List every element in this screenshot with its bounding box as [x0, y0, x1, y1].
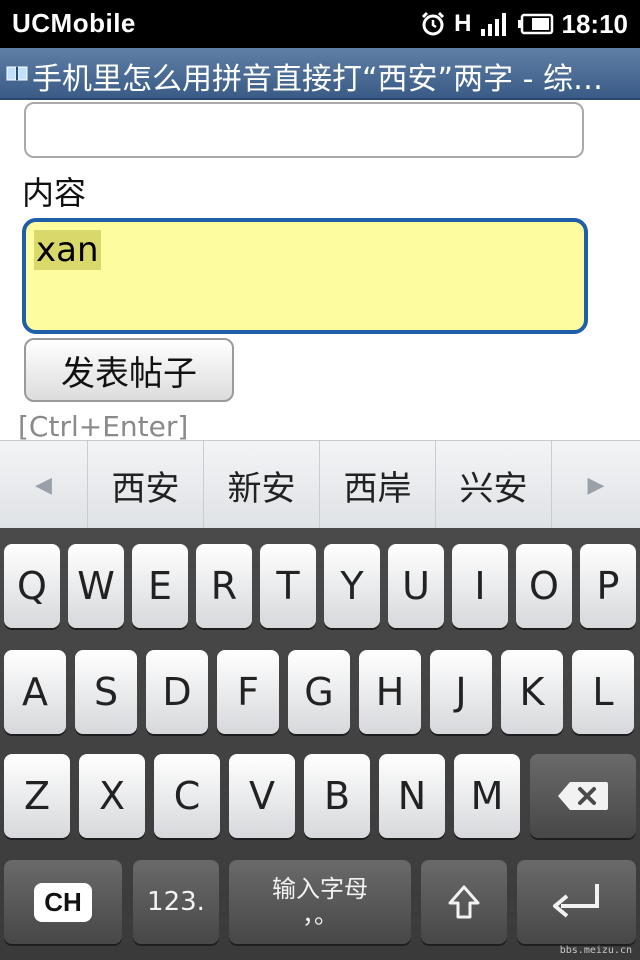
backspace-key[interactable]: [530, 754, 636, 838]
key-g[interactable]: G: [288, 650, 350, 734]
page-content: 内容 xan 发表帖子 [Ctrl+Enter]: [0, 100, 640, 443]
enter-icon: [552, 884, 599, 918]
candidate-item[interactable]: 西安: [88, 441, 204, 529]
key-f[interactable]: F: [217, 650, 279, 734]
watermark: bbs.meizu.cn: [559, 945, 632, 956]
signal-icon: [480, 13, 506, 36]
candidate-item[interactable]: 西岸: [320, 441, 436, 529]
alarm-icon: [422, 11, 445, 36]
page-title: 手机里怎么用拼音直接打“西安”两字 - 综…: [32, 62, 603, 97]
key-v[interactable]: V: [229, 754, 295, 838]
key-b[interactable]: B: [304, 754, 370, 838]
key-y[interactable]: Y: [324, 544, 380, 628]
language-switch-key[interactable]: CH: [4, 860, 122, 944]
shift-arrow-icon: [448, 885, 480, 919]
key-s[interactable]: S: [75, 650, 137, 734]
key-x[interactable]: X: [79, 754, 145, 838]
battery-icon: [517, 13, 553, 35]
key-l[interactable]: L: [572, 650, 634, 734]
browser-title-bar[interactable]: 手机里怎么用拼音直接打“西安”两字 - 综…: [0, 48, 640, 100]
submit-post-button[interactable]: 发表帖子: [24, 338, 234, 402]
key-a[interactable]: A: [4, 650, 66, 734]
key-u[interactable]: U: [388, 544, 444, 628]
candidates-next-button[interactable]: ▶: [552, 441, 640, 529]
status-icons: H 18:10: [420, 6, 628, 42]
content-label: 内容: [22, 174, 87, 212]
key-e[interactable]: E: [132, 544, 188, 628]
key-c[interactable]: C: [154, 754, 220, 838]
key-p[interactable]: P: [580, 544, 636, 628]
key-i[interactable]: I: [452, 544, 508, 628]
candidates-prev-button[interactable]: ◀: [0, 441, 88, 529]
key-z[interactable]: Z: [4, 754, 70, 838]
key-h[interactable]: H: [359, 650, 421, 734]
key-q[interactable]: Q: [4, 544, 60, 628]
book-icon: [6, 66, 28, 81]
composing-text: xan: [34, 230, 101, 270]
space-label-top: 输入字母: [272, 875, 368, 903]
key-t[interactable]: T: [260, 544, 316, 628]
candidate-item[interactable]: 新安: [204, 441, 320, 529]
soft-keyboard: Q W E R T Y U I O P A S D F G H J K L Z …: [0, 528, 640, 960]
key-r[interactable]: R: [196, 544, 252, 628]
clock: 18:10: [561, 8, 629, 39]
key-o[interactable]: O: [516, 544, 572, 628]
language-label: CH: [34, 882, 92, 922]
candidate-item[interactable]: 兴安: [436, 441, 552, 529]
key-n[interactable]: N: [379, 754, 445, 838]
numeric-key[interactable]: 123.: [133, 860, 219, 944]
shortcut-hint: [Ctrl+Enter]: [18, 410, 189, 443]
enter-key[interactable]: [517, 860, 636, 944]
app-name: UCMobile: [12, 8, 136, 38]
space-label-bottom: ，。: [302, 901, 338, 929]
backspace-icon: [558, 782, 608, 810]
key-d[interactable]: D: [146, 650, 208, 734]
space-key[interactable]: 输入字母 ，。: [229, 860, 411, 944]
key-w[interactable]: W: [68, 544, 124, 628]
network-type: H: [454, 10, 472, 37]
status-bar: UCMobile H 18:10: [0, 0, 640, 48]
title-input[interactable]: [24, 102, 584, 158]
key-j[interactable]: J: [430, 650, 492, 734]
content-textarea[interactable]: xan: [22, 218, 588, 334]
shift-key[interactable]: [421, 860, 507, 944]
key-k[interactable]: K: [501, 650, 563, 734]
candidate-bar: ◀ 西安 新安 西岸 兴安 ▶: [0, 440, 640, 529]
space-key-label: 输入字母 ，。: [272, 876, 368, 928]
key-m[interactable]: M: [454, 754, 520, 838]
